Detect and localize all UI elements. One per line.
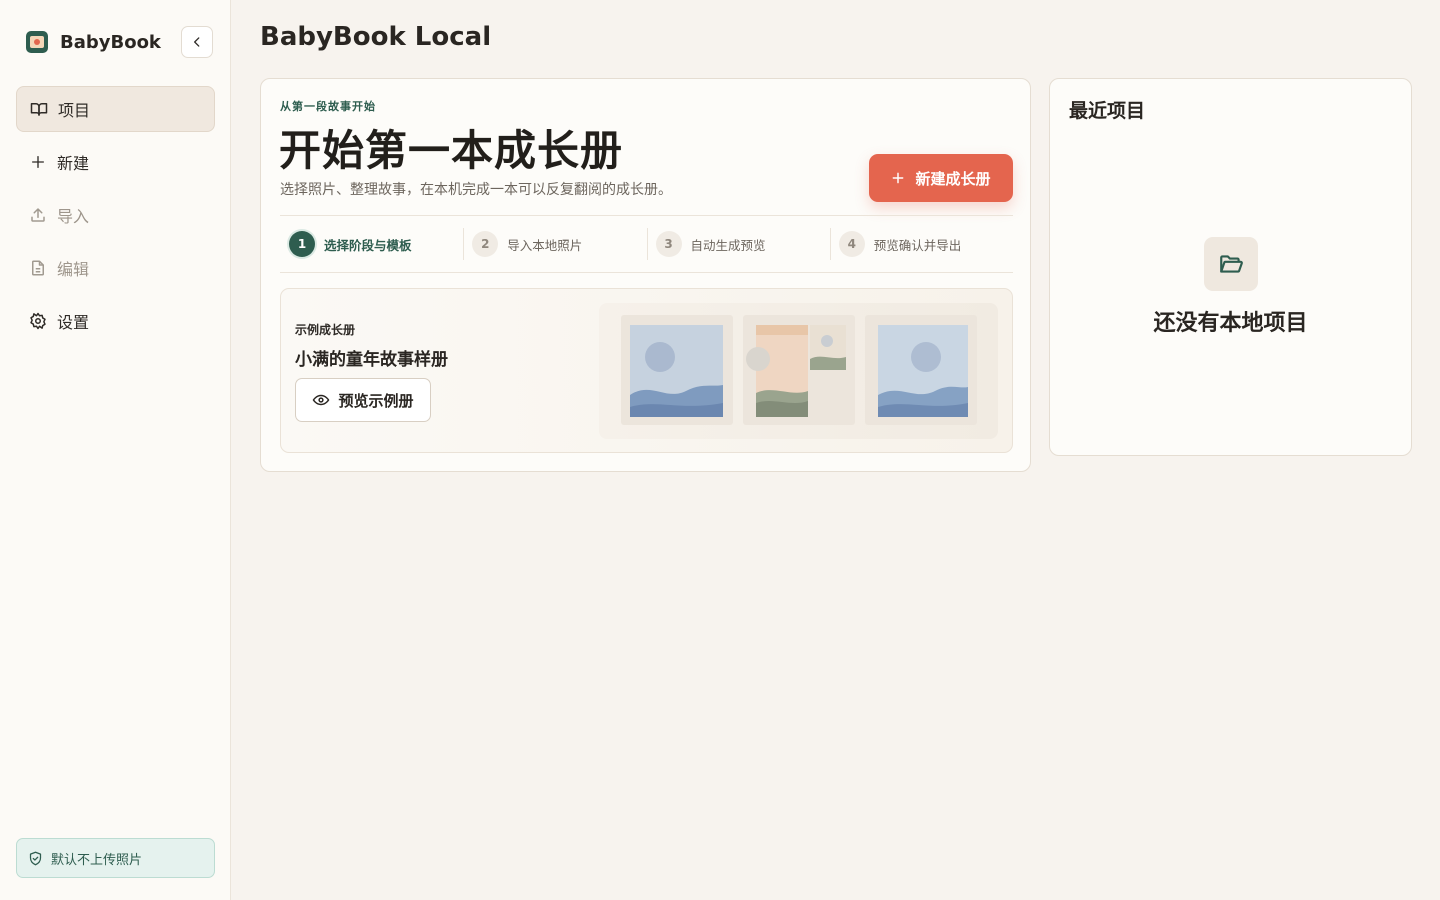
gear-icon [28, 311, 48, 331]
sample-page-thumbnail [621, 315, 733, 425]
sidebar-item-label: 导入 [57, 207, 90, 226]
steps-indicator: 1 选择阶段与模板 2 导入本地照片 3 自动生成预览 4 预览确认并导出 [280, 215, 1013, 273]
step-label: 预览确认并导出 [873, 237, 962, 253]
folder-open-icon [1204, 237, 1258, 291]
shield-check-icon [28, 851, 43, 866]
sidebar-item-label: 新建 [57, 154, 90, 173]
step-4: 4 预览确认并导出 [829, 216, 1013, 272]
brand-name: BabyBook [60, 31, 161, 53]
sidebar-item-settings[interactable]: 设置 [16, 298, 215, 344]
sidebar-item-label: 编辑 [57, 260, 90, 279]
hero-eyebrow: 从第一段故事开始 [280, 100, 376, 113]
brand[interactable]: BabyBook [26, 31, 161, 53]
privacy-badge: 默认不上传照片 [16, 838, 215, 878]
book-icon [29, 99, 49, 119]
sample-book-card: 示例成长册 小满的童年故事样册 预览示例册 [280, 288, 1013, 453]
preview-sample-label: 预览示例册 [338, 391, 414, 410]
hero-title: 开始第一本成长册 [279, 126, 624, 175]
page-title: BabyBook Local [260, 22, 492, 52]
chevron-left-icon [190, 35, 204, 49]
recent-projects-card: 最近项目 还没有本地项目 [1049, 78, 1412, 456]
sample-page-thumbnail [865, 315, 977, 425]
sidebar-item-label: 项目 [58, 101, 91, 120]
start-card: 从第一段故事开始 开始第一本成长册 选择照片、整理故事，在本机完成一本可以反复翻… [260, 78, 1031, 472]
new-book-button[interactable]: 新建成长册 [869, 154, 1013, 202]
babybook-logo-icon [26, 31, 48, 53]
sample-page-thumbnail [743, 315, 855, 425]
sidebar-item-edit[interactable]: 编辑 [16, 245, 215, 291]
step-label: 选择阶段与模板 [324, 237, 412, 253]
step-number: 4 [838, 231, 865, 257]
sidebar: BabyBook 项目 新建 导入 编辑 设置 默认不上传照片 [0, 0, 231, 900]
step-label: 导入本地照片 [507, 237, 583, 253]
sample-name: 小满的童年故事样册 [295, 350, 448, 370]
sidebar-item-label: 设置 [57, 313, 90, 332]
step-number: 2 [472, 231, 499, 257]
step-1: 1 选择阶段与模板 [280, 216, 463, 272]
privacy-note: 默认不上传照片 [51, 852, 143, 868]
plus-icon [891, 171, 905, 185]
sidebar-item-import[interactable]: 导入 [16, 192, 215, 238]
step-number: 3 [655, 231, 682, 257]
recent-projects-title: 最近项目 [1069, 100, 1146, 122]
new-book-button-label: 新建成长册 [915, 169, 991, 188]
sidebar-item-projects[interactable]: 项目 [16, 86, 215, 132]
hero-subtitle: 选择照片、整理故事，在本机完成一本可以反复翻阅的成长册。 [280, 182, 672, 198]
plus-icon [28, 152, 48, 172]
step-2: 2 导入本地照片 [463, 216, 646, 272]
upload-icon [28, 205, 48, 225]
empty-state-text: 还没有本地项目 [1153, 311, 1308, 336]
sidebar-item-new[interactable]: 新建 [16, 139, 215, 185]
step-label: 自动生成预览 [690, 237, 766, 253]
step-number: 1 [289, 231, 315, 257]
preview-sample-button[interactable]: 预览示例册 [295, 378, 431, 422]
sample-thumbnails [599, 303, 998, 439]
collapse-sidebar-button[interactable] [181, 26, 213, 58]
step-3: 3 自动生成预览 [646, 216, 830, 272]
sample-tag: 示例成长册 [295, 323, 356, 337]
document-icon [28, 258, 48, 278]
eye-icon [312, 391, 330, 409]
